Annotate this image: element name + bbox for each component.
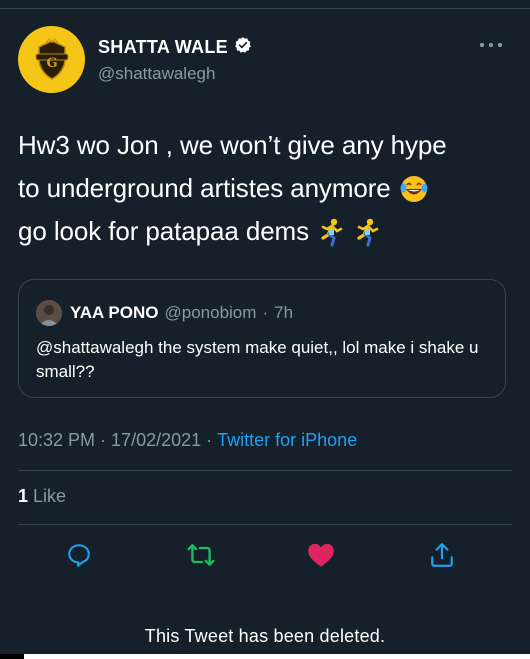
tweet-meta: 10:32 PM · 17/02/2021 · Twitter for iPho… (18, 430, 357, 451)
face-with-tears-of-joy-icon (399, 174, 429, 204)
tweet-header: G SHATTA WALE @shattawalegh (18, 26, 512, 96)
share-icon[interactable] (427, 540, 457, 570)
quoted-tweet-header: YAA PONO @ponobiom · 7h (36, 300, 293, 326)
name-block: SHATTA WALE @shattawalegh (98, 36, 252, 84)
quoted-display-name: YAA PONO (70, 303, 159, 322)
likes-number: 1 (18, 486, 29, 506)
quoted-time: 7h (274, 303, 294, 322)
quoted-avatar (36, 300, 62, 326)
display-name[interactable]: SHATTA WALE (98, 37, 228, 58)
tweet-text-line-2: to underground artistes anymore (18, 167, 518, 210)
tweet-text-span: to underground artistes anymore (18, 173, 391, 203)
like-icon[interactable] (306, 540, 336, 570)
person-running-icon (317, 217, 345, 247)
deleted-notice-bar (0, 584, 530, 659)
deleted-notice-text: This Tweet has been deleted. (144, 626, 386, 646)
meta-separator: · (206, 430, 213, 450)
tweet-text-span: Hw3 wo Jon , we won’t give any hype (18, 130, 447, 160)
tweet-text-span: go look for patapaa dems (18, 216, 310, 246)
verified-badge-icon (234, 36, 252, 59)
bottom-edge (0, 654, 530, 659)
top-divider (0, 8, 530, 9)
crest-logo-icon: G (35, 37, 68, 80)
tweet-text-line-1: Hw3 wo Jon , we won’t give any hype (18, 124, 518, 167)
action-bar (0, 534, 530, 574)
more-options-icon[interactable] (480, 42, 502, 48)
retweet-icon[interactable] (186, 540, 216, 570)
tweet-text: Hw3 wo Jon , we won’t give any hype to u… (18, 124, 518, 253)
handle[interactable]: @shattawalegh (98, 64, 252, 84)
tweet-date[interactable]: 17/02/2021 (111, 430, 201, 451)
likes-count[interactable]: 1 Like (18, 486, 66, 507)
divider (18, 470, 512, 471)
tweet-text-line-3: go look for patapaa dems (18, 210, 518, 253)
person-running-icon (353, 217, 381, 247)
quoted-text: @shattawalegh the system make quiet,, lo… (36, 338, 479, 381)
tweet-time[interactable]: 10:32 PM (18, 430, 95, 451)
reply-icon[interactable] (64, 540, 94, 570)
quoted-separator: · (262, 303, 269, 322)
quoted-handle: @ponobiom (164, 303, 257, 322)
tweet-screenshot: G SHATTA WALE @shattawalegh Hw3 wo Jon , (0, 0, 530, 659)
divider (18, 524, 512, 525)
tweet-source-link[interactable]: Twitter for iPhone (217, 430, 357, 451)
avatar[interactable]: G (18, 26, 85, 93)
bottom-edge-corner (0, 654, 24, 659)
meta-separator: · (100, 430, 107, 450)
quoted-tweet[interactable]: YAA PONO @ponobiom · 7h @shattawalegh th… (18, 279, 506, 398)
likes-label: Like (33, 486, 67, 506)
svg-text:G: G (46, 56, 57, 71)
